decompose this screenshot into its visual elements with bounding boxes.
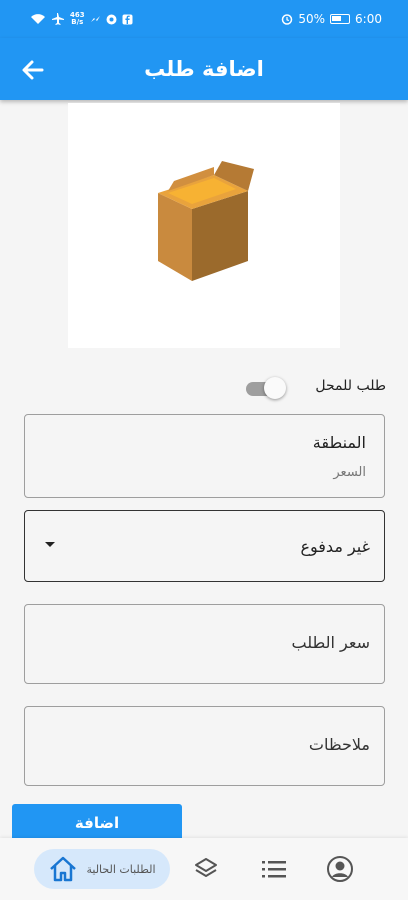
order-image	[68, 103, 340, 348]
order-price-input[interactable]: سعر الطلب	[24, 604, 385, 684]
airplane-icon	[52, 13, 64, 25]
wifi-icon	[31, 14, 45, 24]
nav-item-layers[interactable]	[186, 838, 226, 900]
arrow-back-icon[interactable]	[18, 55, 48, 85]
nav-item-current-orders-label: الطلبات الحالية	[86, 862, 156, 876]
add-order-button[interactable]: اضافة	[12, 804, 182, 842]
status-left: 463 B/s	[30, 12, 133, 26]
nav-item-list[interactable]	[254, 838, 294, 900]
status-right: 50% 6:00	[281, 12, 382, 26]
layers-icon	[195, 858, 217, 877]
battery-icon	[330, 14, 351, 24]
alarm-icon	[282, 14, 293, 25]
notes-placeholder: ملاحظات	[308, 735, 370, 754]
order-price-placeholder: سعر الطلب	[291, 633, 371, 652]
payment-status-select[interactable]: غير مدفوع	[24, 510, 385, 582]
battery-percent: 50%	[298, 12, 326, 26]
bottom-nav: الطلبات الحالية	[0, 838, 408, 900]
switch-thumb	[264, 377, 286, 399]
account-icon	[327, 856, 353, 882]
messenger-icon	[90, 15, 100, 22]
payment-status-value: غير مدفوع	[300, 537, 370, 556]
region-field[interactable]: المنطقة السعر	[24, 414, 385, 498]
cardboard-box-icon	[158, 160, 254, 281]
net-speed: 463 B/s	[70, 12, 85, 26]
nav-item-account[interactable]	[320, 838, 360, 900]
app-bar: اضافة طلب	[0, 38, 408, 100]
list-icon	[262, 861, 286, 878]
store-order-switch[interactable]	[244, 376, 288, 400]
status-bar: 463 B/s 50% 6:00	[0, 0, 408, 38]
page-title: اضافة طلب	[144, 57, 264, 81]
clock: 6:00	[355, 12, 382, 26]
home-icon	[50, 856, 77, 882]
region-label: المنطقة	[312, 433, 366, 452]
notes-input[interactable]: ملاحظات	[24, 706, 385, 786]
region-price-hint: السعر	[333, 465, 366, 480]
app-notification-icon	[106, 14, 117, 24]
store-order-label: طلب للمحل	[315, 378, 386, 394]
facebook-icon	[122, 14, 133, 24]
store-order-toggle-row: طلب للمحل	[0, 372, 408, 402]
nav-item-current-orders[interactable]: الطلبات الحالية	[34, 849, 170, 889]
dropdown-arrow-icon	[45, 542, 55, 547]
net-speed-unit: B/s	[71, 18, 84, 26]
